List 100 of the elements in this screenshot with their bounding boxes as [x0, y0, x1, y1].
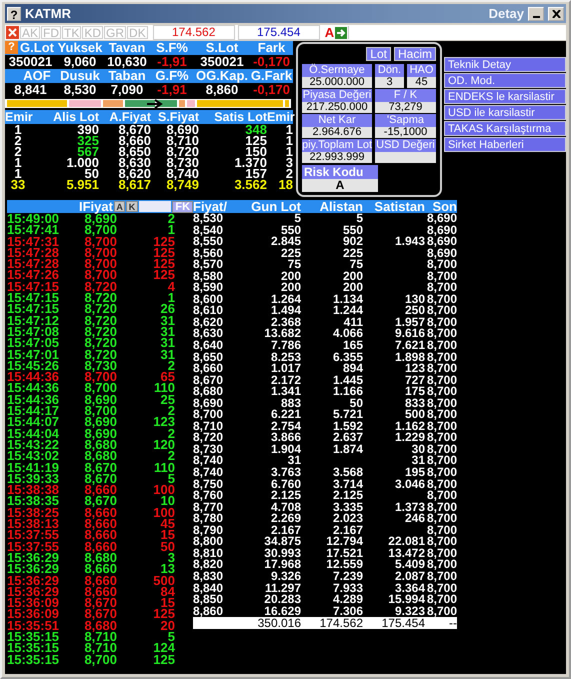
- close-icon[interactable]: [6, 26, 19, 39]
- filter-button[interactable]: FK: [172, 200, 194, 212]
- trade-time: 15:35:15: [7, 642, 60, 654]
- table-cell: 1.445: [332, 372, 363, 387]
- table-cell: 8,690: [426, 211, 457, 225]
- arrow-right-icon[interactable]: [335, 26, 348, 38]
- stat-label: AOF: [22, 69, 52, 83]
- table-cell: 4.289: [332, 592, 363, 606]
- table-cell: 165: [342, 338, 363, 352]
- trade-lot: 20: [160, 620, 175, 631]
- trade-lot: 50: [160, 540, 175, 552]
- table-cell: 3.866: [270, 430, 301, 444]
- trade-price: 8,670: [83, 462, 117, 473]
- table-cell-text: 1: [13, 124, 23, 135]
- toggle-button[interactable]: Hacim: [394, 47, 436, 61]
- trade-price: 8,670: [83, 495, 117, 507]
- table-cell: 411: [344, 314, 363, 329]
- table-cell: 1.957: [394, 314, 425, 329]
- table-cell: 8,770: [193, 500, 224, 514]
- menu-item[interactable]: Sirket Haberleri: [444, 137, 566, 152]
- minimize-icon: [532, 16, 540, 18]
- trade-lot: 110: [153, 462, 175, 473]
- info-label: 'Sapma: [375, 114, 436, 127]
- table-cell-text: 8,630: [117, 157, 151, 168]
- table-cell-text: 1: [284, 135, 293, 146]
- table-cell: 2.754: [270, 418, 301, 433]
- total-cell-text: --: [449, 617, 457, 630]
- table-cell-text: 50: [84, 168, 99, 179]
- window-title: KATMR: [25, 6, 72, 21]
- trade-time: 15:47:26: [7, 269, 60, 281]
- table-cell: 8,600: [193, 292, 224, 306]
- stat-value: 350021: [8, 55, 54, 69]
- trade-price: 8,700: [83, 224, 117, 236]
- table-cell: 4.066: [332, 326, 363, 340]
- trade-price: 8,700: [83, 371, 117, 382]
- trade-time: 15:35:15: [7, 654, 60, 665]
- table-cell: 3.046: [394, 476, 425, 491]
- table-cell: 3.568: [332, 465, 363, 480]
- help-button[interactable]: ?: [5, 41, 18, 54]
- table-cell: 2.125: [332, 488, 363, 502]
- trade-time: 15:47:28: [7, 258, 60, 270]
- table-cell-text: 348: [244, 124, 267, 135]
- sort-button[interactable]: A: [114, 201, 126, 212]
- info-label: Net Kar: [302, 114, 372, 127]
- trade-lot: 125: [152, 258, 175, 270]
- menu-item[interactable]: TAKAS Karşılaştırma: [444, 121, 566, 136]
- minimize-button[interactable]: [528, 6, 544, 20]
- trade-time: 15:47:31: [7, 236, 60, 247]
- total-cell-text: 18: [278, 179, 293, 190]
- trade-lot: 125: [152, 236, 175, 247]
- table-cell: 13.682: [264, 326, 301, 340]
- table-cell: 833: [404, 396, 425, 410]
- stat-value: -1,91: [156, 55, 188, 69]
- table-cell: 8,640: [193, 338, 224, 352]
- menu-item[interactable]: OD. Mod.: [444, 73, 566, 88]
- table-cell: 123: [404, 361, 425, 376]
- menu-item[interactable]: Teknik Detay: [444, 57, 566, 72]
- trade-time: 15:38:35: [7, 495, 60, 507]
- column-header: Satis Lot: [213, 110, 267, 124]
- table-cell: 9.323: [394, 604, 425, 618]
- table-cell: 5: [356, 211, 363, 225]
- table-cell: 1.264: [270, 292, 301, 306]
- total-cell-text: 175.454: [380, 617, 425, 630]
- menu-item[interactable]: USD ile karsilastir: [444, 105, 566, 120]
- table-cell: 8,700: [426, 580, 457, 594]
- toggle-button[interactable]: Lot: [366, 47, 391, 61]
- trade-time: 15:36:29: [7, 586, 60, 598]
- table-cell: 894: [342, 361, 363, 376]
- table-cell: 2.269: [270, 511, 301, 526]
- table-cell-text: 8,620: [117, 168, 151, 179]
- stat-value: -0,170: [252, 83, 291, 97]
- table-cell: 8,580: [193, 268, 224, 283]
- table-cell: 175: [404, 384, 425, 398]
- table-cell: 20.283: [264, 592, 301, 606]
- trade-time: 15:44:36: [7, 382, 60, 394]
- trade-time: 15:41:19: [7, 462, 60, 473]
- filter-field[interactable]: [138, 201, 172, 212]
- stat-label: Yuksek: [56, 41, 104, 55]
- trade-time: 15:43:02: [7, 450, 60, 462]
- table-cell: 8,700: [426, 604, 457, 618]
- help-button[interactable]: ?: [7, 6, 21, 20]
- sort-button[interactable]: K: [126, 201, 138, 212]
- stat-value: -1,91: [156, 83, 188, 97]
- table-cell: 8,710: [193, 418, 224, 433]
- table-cell: 31: [412, 453, 425, 468]
- table-cell: 8,700: [426, 396, 457, 410]
- table-cell: 16.629: [264, 604, 301, 618]
- trade-time: 15:35:51: [7, 620, 60, 631]
- trade-lot: 124: [152, 642, 175, 654]
- menu-item[interactable]: ENDEKS le karsilastir: [444, 89, 566, 104]
- table-cell: 17.521: [326, 546, 363, 560]
- table-cell: 200: [342, 268, 363, 283]
- table-cell: 2.167: [270, 522, 301, 537]
- table-cell-text: 8,660: [117, 135, 151, 146]
- info-label: Ö.Sermaye: [302, 64, 372, 77]
- trade-lot: 2: [168, 428, 175, 439]
- total-cell-text: 174.562: [318, 617, 363, 630]
- trade-lot: 26: [160, 303, 175, 315]
- close-button[interactable]: [548, 6, 564, 20]
- info-label: F / K: [375, 89, 436, 102]
